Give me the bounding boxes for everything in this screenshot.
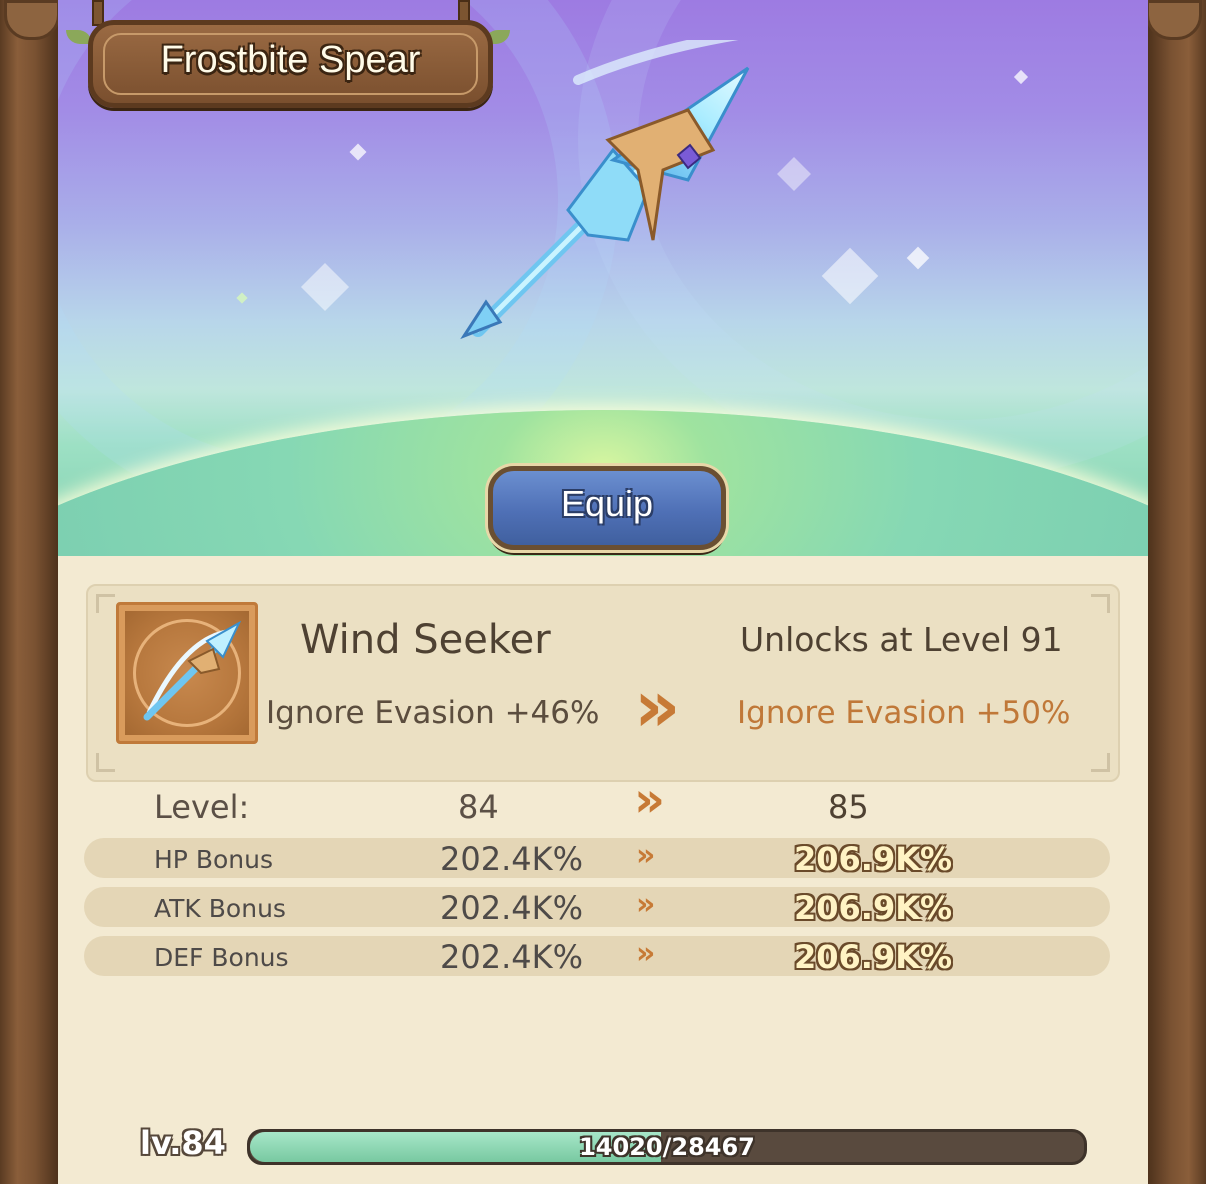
xp-progress-bar: 14020/28467 (247, 1129, 1087, 1165)
double-chevron-right-icon: » (636, 936, 656, 971)
double-chevron-right-icon: » (636, 838, 656, 873)
weapon-title: Frostbite Spear (160, 39, 421, 81)
wooden-frame-right (1148, 0, 1206, 1184)
stat-current: 202.4K% (440, 938, 583, 976)
stat-next: 206.9K% (794, 938, 953, 976)
equip-button[interactable]: Equip (488, 466, 726, 550)
xp-progress-text: 14020/28467 (579, 1133, 755, 1161)
level-next: 85 (828, 788, 869, 826)
stat-row-def: DEF Bonus 202.4K% » 206.9K% (84, 936, 1110, 976)
double-chevron-right-icon: » (636, 887, 656, 922)
stat-row-atk: ATK Bonus 202.4K% » 206.9K% (84, 887, 1110, 927)
stat-name: DEF Bonus (154, 943, 289, 972)
skill-next-effect: Ignore Evasion +50% (737, 695, 1071, 731)
player-level-label: lv.84 (140, 1124, 226, 1162)
stat-row-hp: HP Bonus 202.4K% » 206.9K% (84, 838, 1110, 878)
skill-name: Wind Seeker (300, 617, 551, 663)
stat-current: 202.4K% (440, 889, 583, 927)
wind-seeker-skill-icon[interactable] (116, 602, 258, 744)
stat-next: 206.9K% (794, 889, 953, 927)
skill-unlock-requirement: Unlocks at Level 91 (740, 620, 1063, 659)
stat-next: 206.9K% (794, 840, 953, 878)
title-plaque: Frostbite Spear (88, 20, 493, 108)
double-chevron-right-icon: » (634, 772, 666, 828)
level-label: Level: (154, 788, 250, 826)
level-current: 84 (458, 788, 499, 826)
stat-name: HP Bonus (154, 845, 273, 874)
stat-name: ATK Bonus (154, 894, 286, 923)
double-chevron-right-icon: » (634, 664, 681, 748)
equip-button-label: Equip (560, 483, 654, 524)
stat-current: 202.4K% (440, 840, 583, 878)
wooden-frame-left (0, 0, 58, 1184)
skill-current-effect: Ignore Evasion +46% (266, 695, 600, 731)
